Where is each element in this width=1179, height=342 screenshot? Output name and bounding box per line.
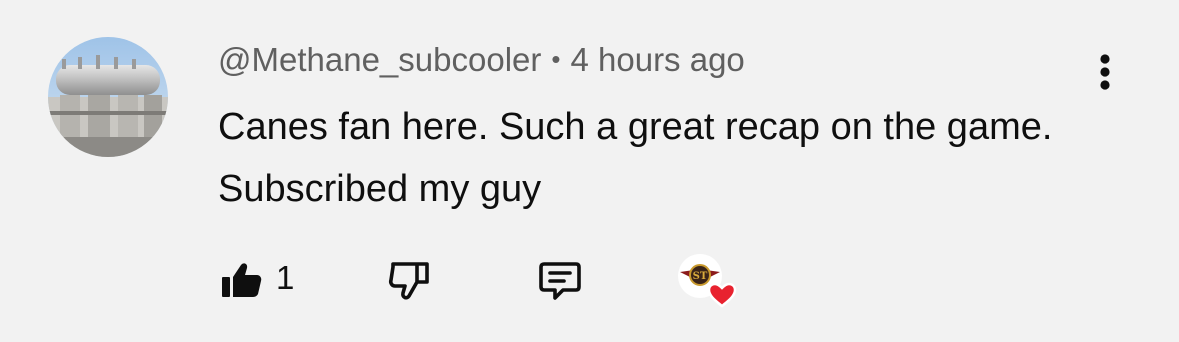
thumbs-up-icon [222,263,262,297]
like-button[interactable]: 1 [214,252,304,308]
meta-separator: • [551,44,561,74]
comment-time: 4 hours ago [570,41,745,78]
creator-badge-text: ST [693,271,708,282]
avatar[interactable] [48,37,168,157]
comment-reply-icon [539,262,581,300]
author-name[interactable]: @Methane_subcooler [218,41,541,78]
dislike-button[interactable] [382,252,438,308]
creator-heart-icon: ST [678,254,737,308]
comment-item: @Methane_subcooler • 4 hours ago Canes fan… [0,0,1179,342]
comment-text: Canes fan here. Such a great recap on th… [218,106,1053,210]
creator-heart-badge: ST [676,250,746,314]
comment-meta: @Methane_subcooler • 4 hours ago [218,39,745,83]
kebab-menu-icon[interactable] [1085,50,1125,96]
reply-button[interactable] [532,252,588,308]
like-count: 1 [276,259,295,296]
thumbs-down-icon [388,262,429,300]
industrial-plant-avatar [48,37,168,157]
